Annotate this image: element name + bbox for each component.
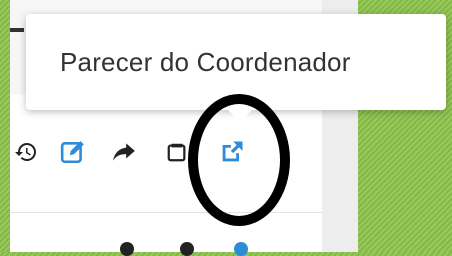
forward-icon[interactable]: [110, 139, 138, 165]
partial-icon: [234, 242, 248, 256]
edit-icon[interactable]: [60, 139, 86, 165]
history-icon[interactable]: [14, 140, 38, 164]
annotation-circle: [188, 94, 290, 226]
partial-icon: [180, 242, 194, 256]
tooltip-text: Parecer do Coordenador: [60, 47, 351, 77]
next-row-icons: [110, 236, 310, 256]
row-divider: [10, 212, 330, 213]
partial-icon: [120, 242, 134, 256]
collapse-mark: [10, 28, 24, 32]
archive-icon[interactable]: [166, 140, 188, 164]
